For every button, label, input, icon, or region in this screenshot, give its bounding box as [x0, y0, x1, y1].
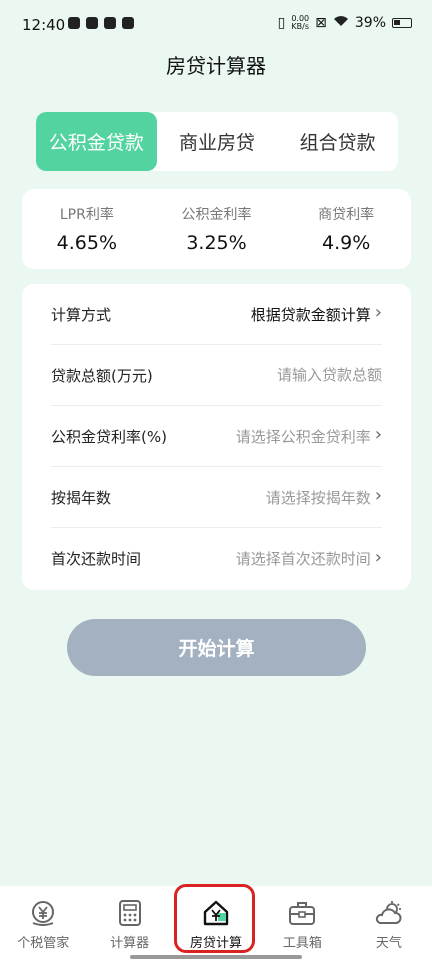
wifi-icon	[333, 15, 349, 31]
tab-combined-loan[interactable]: 组合贷款	[277, 112, 398, 171]
yen-coin-icon	[28, 898, 58, 928]
sim-off-icon: ⊠	[315, 15, 327, 31]
calculator-icon	[115, 898, 145, 928]
status-bar: 12:40 ▯ 0.00 KB/s ⊠ 39%	[0, 0, 432, 52]
rate-label: LPR利率	[59, 207, 114, 223]
tab-commercial-loan[interactable]: 商业房贷	[157, 112, 278, 171]
rate-provident-fund: 公积金利率 3.25%	[152, 189, 282, 269]
row-provident-rate[interactable]: 公积金贷利率(%) 请选择公积金贷利率 ›	[51, 406, 382, 467]
mortgage-years-placeholder: 请选择按揭年数	[265, 488, 371, 507]
calc-method-label: 计算方式	[51, 305, 112, 324]
house-yen-icon	[201, 898, 231, 928]
rate-value: 3.25%	[186, 232, 247, 254]
rate-lpr: LPR利率 4.65%	[22, 189, 152, 269]
nav-label: 工具箱	[282, 936, 322, 951]
status-time: 12:40	[22, 16, 66, 34]
provident-rate-placeholder: 请选择公积金贷利率	[235, 427, 371, 446]
chevron-right-icon: ›	[374, 302, 382, 323]
net-speed: 0.00 KB/s	[291, 14, 310, 31]
nav-item-toolbox[interactable]: 工具箱	[259, 886, 345, 964]
rate-label: 公积金利率	[181, 207, 252, 223]
row-first-payment[interactable]: 首次还款时间 请选择首次还款时间 ›	[51, 528, 382, 589]
chevron-right-icon: ›	[374, 485, 382, 506]
nav-label: 个税管家	[17, 936, 70, 951]
bottom-nav: 个税管家 计算器 房贷计算 工具箱 天气	[0, 886, 432, 964]
notification-icons	[68, 17, 134, 29]
nav-label: 计算器	[110, 936, 150, 951]
battery-percent: 39%	[354, 15, 386, 31]
row-calc-method[interactable]: 计算方式 根据贷款金额计算 ›	[51, 284, 382, 345]
home-indicator[interactable]	[130, 955, 302, 959]
tiktok-icon	[68, 17, 80, 29]
loan-form: 计算方式 根据贷款金额计算 › 贷款总额(万元) 公积金贷利率(%) 请选择公积…	[22, 284, 411, 590]
calc-method-value: 根据贷款金额计算	[250, 305, 371, 324]
rate-value: 4.65%	[56, 232, 118, 254]
rate-value: 4.9%	[322, 232, 371, 254]
chevron-right-icon: ›	[374, 424, 382, 445]
row-loan-amount: 贷款总额(万元)	[51, 345, 382, 406]
row-mortgage-years[interactable]: 按揭年数 请选择按揭年数 ›	[51, 467, 382, 528]
rates-card: LPR利率 4.65% 公积金利率 3.25% 商贷利率 4.9%	[22, 189, 411, 269]
toolbox-icon	[287, 898, 317, 928]
nav-item-weather[interactable]: 天气	[346, 886, 432, 964]
loan-amount-label: 贷款总额(万元)	[51, 366, 153, 385]
app-notification-icon	[86, 17, 98, 29]
status-right: ▯ 0.00 KB/s ⊠ 39%	[278, 15, 412, 31]
rate-commercial: 商贷利率 4.9%	[281, 189, 411, 269]
weather-icon	[374, 898, 404, 928]
loan-amount-input[interactable]	[232, 366, 382, 384]
tab-provident-fund-loan[interactable]: 公积金贷款	[36, 112, 157, 171]
loan-type-tabs: 公积金贷款 商业房贷 组合贷款	[36, 112, 398, 171]
nav-item-mortgage[interactable]: 房贷计算	[173, 886, 259, 964]
chevron-right-icon: ›	[374, 546, 382, 568]
nav-label: 天气	[375, 936, 402, 951]
mail-icon	[104, 17, 116, 29]
first-payment-placeholder: 请选择首次还款时间	[235, 550, 371, 568]
start-calculate-button[interactable]: 开始计算	[67, 619, 366, 676]
mortgage-years-label: 按揭年数	[51, 488, 112, 507]
first-payment-label: 首次还款时间	[51, 550, 142, 568]
nav-label: 房贷计算	[190, 936, 243, 951]
nav-item-tax[interactable]: 个税管家	[0, 886, 86, 964]
rate-label: 商贷利率	[318, 207, 375, 223]
vibrate-icon: ▯	[277, 15, 286, 31]
page-title: 房贷计算器	[166, 54, 266, 78]
provident-rate-label: 公积金贷利率(%)	[51, 427, 167, 446]
nav-item-calculator[interactable]: 计算器	[86, 886, 172, 964]
crown-icon	[122, 17, 134, 29]
battery-icon	[392, 18, 412, 28]
